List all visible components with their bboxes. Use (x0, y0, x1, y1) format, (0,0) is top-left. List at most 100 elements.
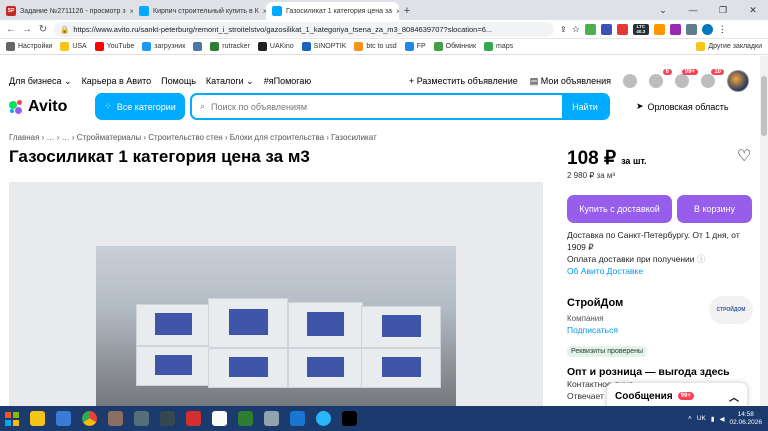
bookmark-zagruznik[interactable]: загрузник (142, 42, 185, 51)
app-w-icon[interactable] (51, 409, 75, 429)
other-bookmarks[interactable]: Другие закладки (696, 42, 762, 51)
add-to-cart-button[interactable]: В корзину (677, 195, 752, 223)
post-ad-link[interactable]: + Разместить объявление (409, 76, 518, 86)
volume-icon[interactable]: ◀ (719, 415, 724, 423)
back-icon[interactable]: ← (6, 24, 16, 35)
bookmark-maps[interactable]: maps (484, 42, 513, 51)
ltc-price-extension[interactable]: LTC 40.3 (632, 23, 649, 35)
app-icon[interactable] (155, 409, 179, 429)
all-categories-button[interactable]: ⁘ Все категории (95, 93, 185, 120)
app-icon[interactable] (337, 409, 361, 429)
region-selector[interactable]: ➤ Орловская область (636, 101, 729, 112)
price-per-m3: 2 980 ₽ за м³ (567, 171, 616, 180)
bookmarks-bar: Настройки USA YouTube загрузник rutracke… (0, 39, 768, 55)
search-input[interactable]: ⌕ Поиск по объявлениям (192, 101, 562, 112)
star-icon[interactable]: ☆ (572, 24, 580, 35)
forward-icon[interactable]: → (22, 24, 32, 35)
app-icon[interactable] (129, 409, 153, 429)
app-64-icon[interactable] (181, 409, 205, 429)
network-icon[interactable]: ▮ (711, 415, 715, 423)
tab-label: Газосиликат 1 категория цена за (286, 7, 393, 15)
info-icon[interactable]: ⓘ (697, 254, 706, 264)
fp-icon (404, 42, 414, 51)
extension-icon[interactable] (653, 23, 665, 35)
bookmark-btc[interactable]: btc to usd (354, 42, 397, 51)
close-window-icon[interactable]: ✕ (738, 5, 768, 16)
photo-gallery[interactable] (9, 182, 543, 406)
extension-icon[interactable] (669, 23, 681, 35)
extension-icon[interactable] (584, 23, 596, 35)
chrome-icon[interactable] (77, 409, 101, 429)
youtube-icon (94, 42, 104, 51)
bookmark-rutracker[interactable]: rutracker (210, 42, 250, 51)
app-icon[interactable] (233, 409, 257, 429)
pallet-image (136, 346, 211, 386)
notifications-icon[interactable]: 6 (649, 69, 672, 88)
location-arrow-icon: ➤ (636, 101, 644, 111)
search-button[interactable]: Найти (562, 95, 608, 118)
folder-icon (696, 42, 706, 51)
nav-help[interactable]: Помощь (161, 76, 196, 86)
app-icon[interactable] (259, 409, 283, 429)
pallet-image (208, 298, 288, 348)
extension-icon[interactable] (600, 23, 612, 35)
bookmark-usa[interactable]: USA (60, 42, 87, 51)
close-tab-icon[interactable]: × (396, 7, 399, 16)
tab-search-icon[interactable]: ⌄ (648, 5, 678, 16)
app-icon[interactable] (285, 409, 309, 429)
seller-logo[interactable]: СТРОЙДОМ (709, 296, 753, 324)
app-icon[interactable] (207, 409, 231, 429)
bookmark-fp[interactable]: FP (404, 42, 426, 51)
browser-tab-3-active[interactable]: Газосиликат 1 категория цена за × (266, 2, 399, 20)
extensions: ⇪ ☆ LTC 40.3 ⋮ (560, 23, 727, 35)
profile-icon[interactable] (701, 23, 713, 35)
delivery-link[interactable]: Об Авито Доставке (567, 265, 747, 277)
messages-panel[interactable]: Сообщения 99+ ︿ (607, 383, 747, 406)
bookmark-uakino[interactable]: UAKino (257, 42, 294, 51)
chevron-up-icon[interactable]: ︿ (729, 389, 739, 404)
page-scrollbar[interactable] (760, 56, 768, 406)
file-explorer-icon[interactable] (25, 409, 49, 429)
bookmark-obmennik[interactable]: Обмінник (433, 42, 476, 51)
extension-icon[interactable] (616, 23, 628, 35)
subscribe-link[interactable]: Подписаться (567, 325, 618, 335)
bookmark-youtube[interactable]: YouTube (94, 42, 134, 51)
messages-icon[interactable]: 99+ (675, 69, 698, 88)
nav-ihelp[interactable]: #яПомогаю (264, 76, 311, 86)
bookmark-vk[interactable] (193, 42, 203, 51)
favorite-heart-icon[interactable]: ♡ (737, 146, 751, 166)
extensions-puzzle-icon[interactable] (685, 23, 697, 35)
app-icon[interactable] (103, 409, 127, 429)
breadcrumb[interactable]: Главная › … › … › Стройматериалы › Строи… (9, 133, 377, 142)
maximize-icon[interactable]: ❐ (708, 5, 738, 16)
favorites-heart-icon[interactable] (623, 74, 637, 88)
bookmark-sinoptik[interactable]: SINOPTIK (301, 42, 346, 51)
pallet-image (208, 348, 288, 388)
buy-with-delivery-button[interactable]: Купить с доставкой (567, 195, 672, 223)
avatar[interactable] (727, 70, 749, 92)
reload-icon[interactable]: ↻ (38, 24, 48, 35)
tray-arrow-icon[interactable]: ˄ (688, 415, 692, 422)
telegram-icon[interactable] (311, 409, 335, 429)
url-field[interactable]: 🔒 https://www.avito.ru/sankt-peterburg/r… (54, 21, 554, 37)
seller-name[interactable]: СтройДом (567, 297, 623, 309)
avito-logo[interactable]: Avito (9, 98, 67, 116)
minimize-icon[interactable]: — (678, 5, 708, 15)
my-ads-link[interactable]: ▤ Мои объявления (530, 76, 611, 87)
new-tab-button[interactable]: + (399, 2, 415, 20)
bookmark-settings[interactable]: Настройки (6, 42, 52, 51)
clock[interactable]: 14:58 02.06.2026 (729, 411, 762, 427)
scrollbar-thumb[interactable] (761, 76, 767, 136)
share-icon[interactable]: ⇪ (560, 25, 567, 34)
browser-tab-1[interactable]: SP Задание №2711126 - просмотр з × (0, 2, 133, 20)
browser-tab-bar: SP Задание №2711126 - просмотр з × Кирпи… (0, 0, 768, 20)
nav-catalogs[interactable]: Каталоги ⌄ (206, 76, 254, 87)
browser-tab-2[interactable]: Кирпич строительный купить в К × (133, 2, 266, 20)
nav-career[interactable]: Карьера в Авито (82, 76, 152, 86)
windows-start-icon[interactable] (0, 406, 24, 431)
menu-icon[interactable]: ⋮ (718, 24, 727, 35)
cart-icon[interactable]: 10 (701, 69, 724, 88)
search-icon: ⌕ (200, 101, 206, 111)
language-indicator[interactable]: UK (697, 415, 706, 422)
nav-business[interactable]: Для бизнеса ⌄ (9, 76, 72, 87)
